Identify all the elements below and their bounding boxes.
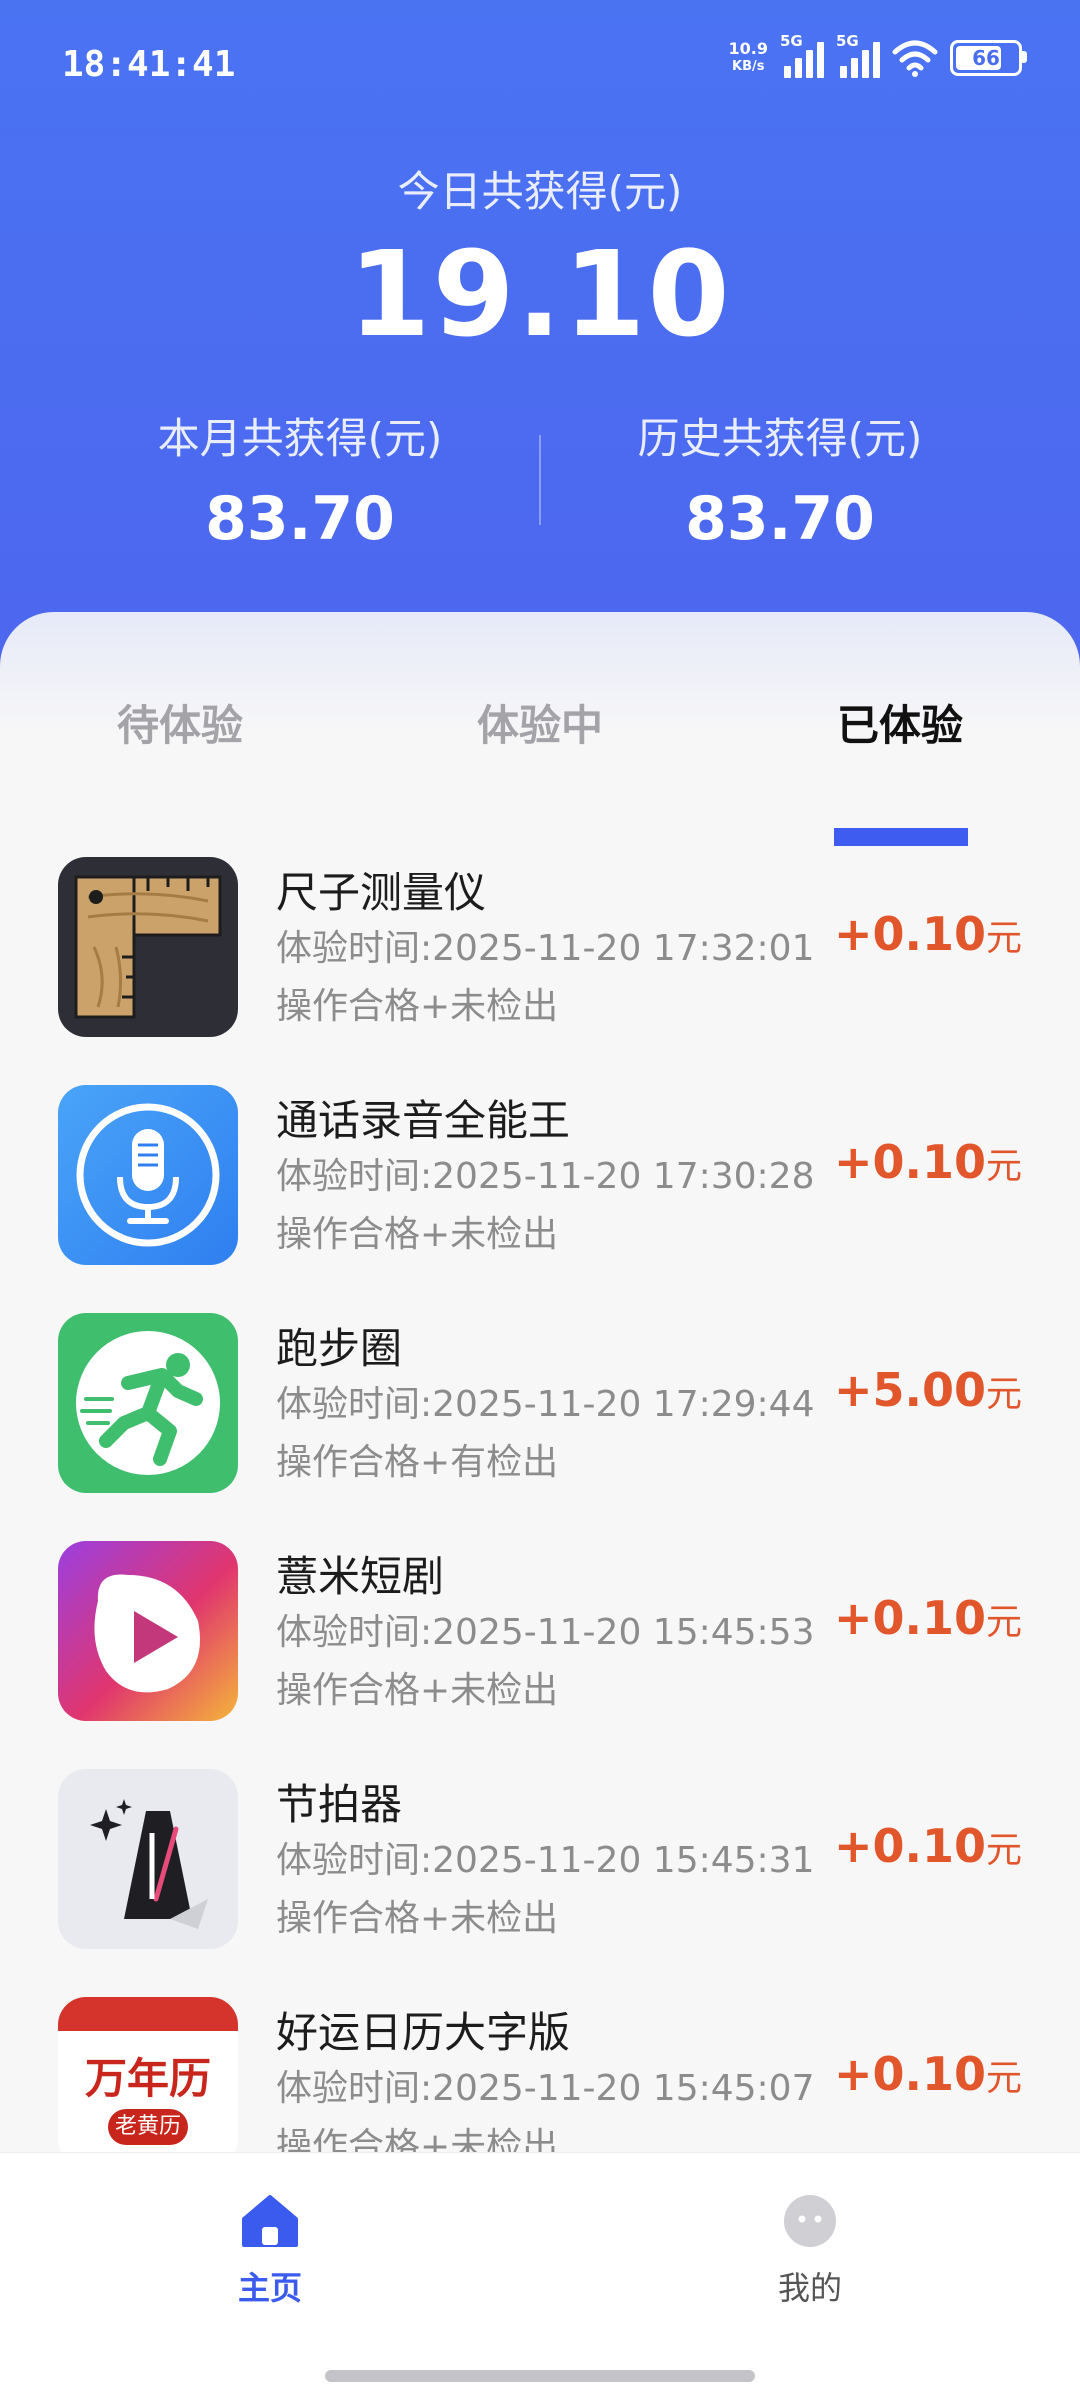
nav-mine[interactable]: 我的 bbox=[710, 2193, 910, 2309]
status-icons: 10.9 KB/s 5G 5G 66 bbox=[729, 32, 1027, 78]
item-reward: +0.10元 bbox=[834, 1135, 1022, 1189]
nav-mine-label: 我的 bbox=[777, 2269, 842, 2307]
item-time: 体验时间:2025-11-20 15:45:07 bbox=[276, 2068, 815, 2109]
metronome-app-icon bbox=[58, 1769, 238, 1949]
sim2-tag: 5G bbox=[836, 32, 859, 50]
item-name: 尺子测量仪 bbox=[276, 868, 487, 917]
home-icon bbox=[242, 2195, 298, 2247]
status-bar: 18:41:41 10.9 KB/s 5G 5G 66 bbox=[0, 0, 1080, 140]
battery-icon: 66 bbox=[950, 40, 1027, 76]
reward-amount: +0.10 bbox=[833, 1135, 986, 1189]
reward-unit: 元 bbox=[985, 2058, 1022, 2099]
signal-icon: 5G bbox=[780, 32, 824, 78]
reward-unit: 元 bbox=[985, 1602, 1022, 1643]
item-reward: +0.10元 bbox=[834, 2047, 1022, 2101]
item-reward: +0.10元 bbox=[834, 1819, 1022, 1873]
list-item[interactable]: 通话录音全能王 体验时间:2025-11-20 17:30:28 操作合格+未检… bbox=[0, 1065, 1080, 1293]
nav-home-label: 主页 bbox=[237, 2269, 302, 2307]
item-reward: +0.10元 bbox=[834, 1591, 1022, 1645]
network-speed-value: 10.9 bbox=[728, 39, 768, 58]
ruler-app-icon bbox=[58, 857, 238, 1037]
item-time: 体验时间:2025-11-20 15:45:31 bbox=[276, 1840, 815, 1881]
microphone-app-icon bbox=[58, 1085, 238, 1265]
item-name: 薏米短剧 bbox=[276, 1552, 445, 1601]
calendar-app-icon: 万年历 老黄历 bbox=[58, 1997, 238, 2167]
status-time: 18:41:41 bbox=[62, 44, 236, 85]
battery-level: 66 bbox=[972, 46, 1000, 70]
reward-unit: 元 bbox=[985, 1830, 1022, 1871]
sim1-tag: 5G bbox=[780, 32, 803, 50]
tab-completed[interactable]: 已体验 bbox=[780, 692, 1020, 753]
today-earnings-amount: 19.10 bbox=[348, 225, 732, 363]
item-reward: +0.10元 bbox=[834, 907, 1022, 961]
network-speed-unit: KB/s bbox=[732, 59, 765, 74]
reward-amount: +0.10 bbox=[833, 907, 986, 961]
month-earnings: 本月共获得(元) 83.70 bbox=[30, 405, 570, 554]
month-earnings-amount: 83.70 bbox=[205, 484, 395, 554]
tab-pending[interactable]: 待体验 bbox=[60, 692, 300, 753]
item-status: 操作合格+未检出 bbox=[276, 986, 559, 1027]
item-time: 体验时间:2025-11-20 15:45:53 bbox=[276, 1612, 815, 1653]
item-status: 操作合格+有检出 bbox=[276, 1442, 559, 1483]
play-app-icon bbox=[58, 1541, 238, 1721]
item-status: 操作合格+未检出 bbox=[276, 1670, 559, 1711]
reward-unit: 元 bbox=[985, 918, 1022, 959]
profile-icon bbox=[784, 2195, 836, 2247]
history-earnings-label: 历史共获得(元) bbox=[637, 414, 923, 463]
wifi-icon bbox=[892, 40, 938, 77]
signal-icon-2: 5G bbox=[836, 32, 880, 78]
earnings-header: 18:41:41 10.9 KB/s 5G 5G 66 今日共获得(元) 19.… bbox=[0, 0, 1080, 700]
nav-home[interactable]: 主页 bbox=[170, 2193, 370, 2309]
reward-amount: +5.00 bbox=[833, 1363, 986, 1417]
reward-amount: +0.10 bbox=[833, 1591, 986, 1645]
runner-app-icon bbox=[58, 1313, 238, 1493]
item-time: 体验时间:2025-11-20 17:29:44 bbox=[276, 1384, 815, 1425]
item-name: 通话录音全能王 bbox=[276, 1096, 571, 1145]
tab-in-progress[interactable]: 体验中 bbox=[420, 692, 660, 753]
history-earnings: 历史共获得(元) 83.70 bbox=[510, 405, 1050, 554]
task-list-card: 待体验 体验中 已体验 尺子测量仪 体验时间:2025-11-20 17:32:… bbox=[0, 612, 1080, 2167]
item-status: 操作合格+未检出 bbox=[276, 1898, 559, 1939]
tab-bar: 待体验 体验中 已体验 bbox=[0, 692, 1080, 846]
list-item[interactable]: 跑步圈 体验时间:2025-11-20 17:29:44 操作合格+有检出 +5… bbox=[0, 1293, 1080, 1521]
reward-unit: 元 bbox=[985, 1146, 1022, 1187]
item-reward: +5.00元 bbox=[834, 1363, 1022, 1417]
month-earnings-label: 本月共获得(元) bbox=[157, 414, 443, 463]
item-name: 好运日历大字版 bbox=[276, 2008, 571, 2057]
history-earnings-amount: 83.70 bbox=[685, 484, 875, 554]
list-item[interactable]: 尺子测量仪 体验时间:2025-11-20 17:32:01 操作合格+未检出 … bbox=[0, 837, 1080, 1065]
calendar-icon-subtitle: 老黄历 bbox=[108, 2109, 188, 2145]
item-name: 节拍器 bbox=[276, 1780, 403, 1829]
bottom-nav-bar: 主页 我的 bbox=[0, 2152, 1080, 2401]
item-time: 体验时间:2025-11-20 17:32:01 bbox=[276, 928, 815, 969]
completed-task-list: 尺子测量仪 体验时间:2025-11-20 17:32:01 操作合格+未检出 … bbox=[0, 837, 1080, 2205]
list-item[interactable]: 薏米短剧 体验时间:2025-11-20 15:45:53 操作合格+未检出 +… bbox=[0, 1521, 1080, 1749]
home-indicator[interactable] bbox=[325, 2370, 755, 2382]
reward-unit: 元 bbox=[985, 1374, 1022, 1415]
network-speed: 10.9 KB/s bbox=[729, 40, 768, 76]
item-status: 操作合格+未检出 bbox=[276, 1214, 559, 1255]
reward-amount: +0.10 bbox=[833, 2047, 986, 2101]
today-earnings-label: 今日共获得(元) bbox=[397, 167, 683, 216]
list-item[interactable]: 节拍器 体验时间:2025-11-20 15:45:31 操作合格+未检出 +0… bbox=[0, 1749, 1080, 1977]
calendar-icon-title: 万年历 bbox=[84, 2054, 211, 2103]
item-name: 跑步圈 bbox=[276, 1324, 403, 1373]
reward-amount: +0.10 bbox=[833, 1819, 986, 1873]
item-time: 体验时间:2025-11-20 17:30:28 bbox=[276, 1156, 815, 1197]
